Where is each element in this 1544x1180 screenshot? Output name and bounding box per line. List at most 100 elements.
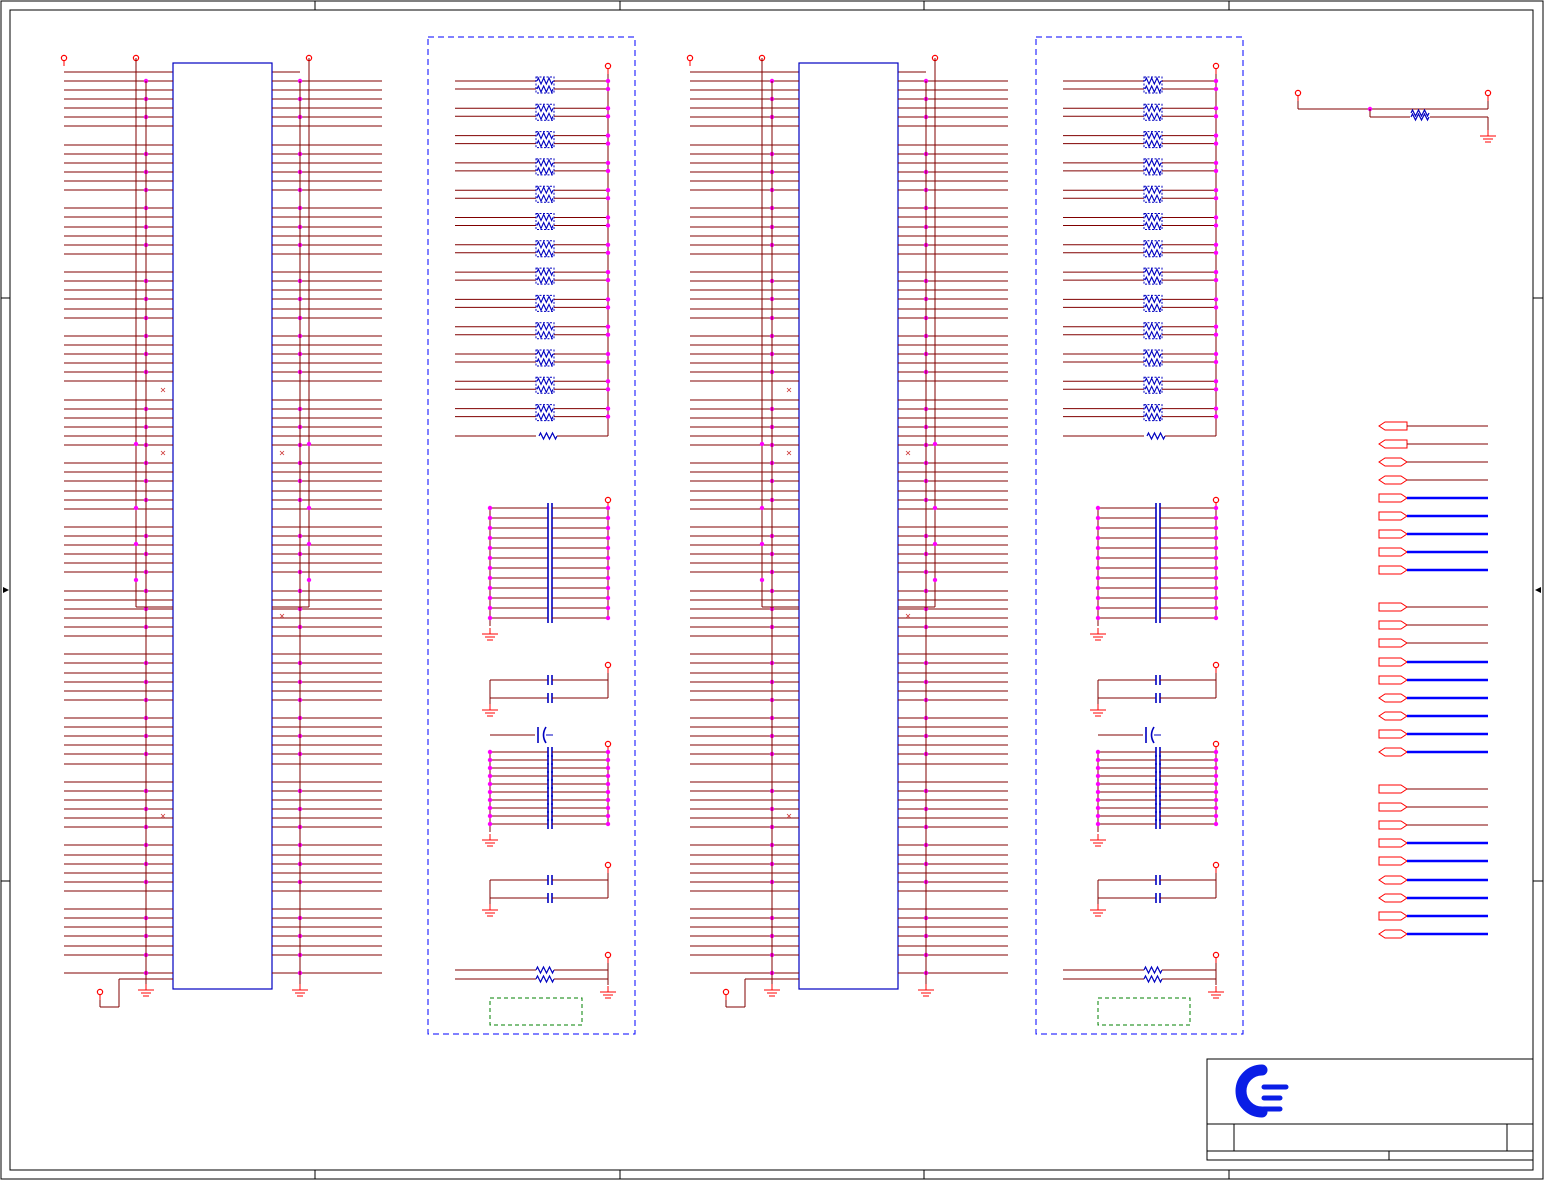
resistor-pack-icon — [535, 131, 555, 149]
junction-dot — [605, 535, 611, 541]
junction-dot — [487, 515, 493, 521]
junction-dot — [605, 797, 611, 803]
capacitor-icon — [547, 875, 553, 885]
junction-dot — [487, 545, 493, 551]
junction-dot — [1213, 242, 1219, 247]
junction-dot — [605, 188, 611, 193]
junction-dot — [1213, 414, 1219, 419]
resistor-pack-icon — [1143, 185, 1163, 203]
ground-icon — [482, 904, 498, 917]
power-flag-icon — [1212, 661, 1220, 673]
no-connect-mark — [160, 450, 166, 456]
junction-dot — [1213, 789, 1219, 795]
power-flag-icon — [96, 988, 104, 1000]
ground-icon — [918, 984, 934, 997]
junction-dot — [1213, 359, 1219, 365]
junction-dot — [1213, 324, 1219, 329]
junction-dot — [1213, 196, 1219, 201]
capacitor-icon — [1155, 563, 1161, 573]
port-icon — [1378, 602, 1488, 612]
power-flag-icon — [1294, 89, 1302, 101]
center-arrow-right — [1535, 587, 1541, 593]
junction-dot — [487, 525, 493, 531]
port-icon — [1378, 875, 1488, 885]
power-flag-icon — [60, 54, 68, 66]
power-flag-icon — [686, 54, 694, 66]
ground-icon — [1208, 986, 1224, 999]
junction-dot — [487, 615, 493, 621]
power-flag-icon — [1484, 89, 1492, 101]
network-left — [427, 36, 636, 1035]
junction-dot — [1213, 215, 1219, 220]
junction-dot — [487, 749, 493, 755]
capacitor-icon — [1155, 893, 1161, 903]
logo-icon — [1235, 1064, 1289, 1118]
junction-dot — [605, 324, 611, 329]
ground-icon — [600, 986, 616, 999]
port-icon — [1378, 856, 1488, 866]
junction-dot — [932, 441, 938, 447]
junction-dot — [1213, 387, 1219, 392]
port-icon — [1378, 529, 1488, 539]
power-flag-icon — [604, 661, 612, 673]
resistor-icon — [535, 974, 555, 984]
ground-icon — [138, 984, 154, 997]
junction-dot — [487, 797, 493, 803]
junction-dot — [605, 223, 611, 228]
junction-dot — [605, 765, 611, 771]
port-icon — [1378, 838, 1488, 848]
junction-dot — [605, 595, 611, 601]
resistor-pack-icon — [535, 376, 555, 394]
no-connect-mark — [905, 613, 911, 619]
no-connect-mark — [786, 813, 792, 819]
junction-dot — [605, 505, 611, 511]
port-icon — [1378, 638, 1488, 648]
port-icon — [1378, 493, 1488, 503]
junction-dot — [487, 757, 493, 763]
junction-dot — [605, 749, 611, 755]
power-flag-icon — [1212, 951, 1220, 963]
connector-body — [798, 62, 899, 990]
resistor-pack-icon — [535, 404, 555, 422]
resistor-pack-icon — [535, 158, 555, 176]
resistor-pack-icon — [535, 76, 555, 94]
junction-dot — [1213, 615, 1219, 621]
capacitor-icon — [547, 583, 553, 593]
power-flag-icon — [722, 988, 730, 1000]
junction-dot — [1213, 141, 1219, 146]
junction-dot — [1095, 805, 1101, 811]
junction-dot — [605, 269, 611, 275]
resistor-pack-icon — [1143, 158, 1163, 176]
junction-dot — [1213, 515, 1219, 521]
resistor-pack-icon — [535, 213, 555, 230]
capacitor-icon — [547, 693, 553, 703]
capacitor-icon — [1155, 613, 1161, 623]
power-flag-icon — [604, 62, 612, 74]
junction-dot — [605, 305, 611, 310]
junction-dot — [605, 141, 611, 146]
junction-dot — [1095, 525, 1101, 531]
no-connect-mark — [786, 387, 792, 393]
junction-dot — [605, 773, 611, 779]
junction-dot — [1213, 406, 1219, 411]
note-box — [1097, 997, 1191, 1026]
junction-dot — [1213, 595, 1219, 601]
junction-dot — [605, 615, 611, 621]
junction-dot — [759, 577, 765, 583]
port-icon — [1378, 820, 1488, 830]
resistor-icon — [1143, 965, 1163, 975]
junction-dot — [1213, 106, 1219, 111]
junction-dot — [1213, 821, 1219, 827]
junction-dot — [306, 505, 312, 511]
junction-dot — [605, 585, 611, 591]
network-right — [1035, 36, 1244, 1035]
capacitor-icon — [1155, 603, 1161, 613]
junction-dot — [605, 277, 611, 283]
junction-dot — [1213, 813, 1219, 819]
resistor-pack-icon — [1143, 240, 1163, 258]
port-icon — [1378, 711, 1488, 721]
power-flag-icon — [604, 951, 612, 963]
junction-dot — [605, 813, 611, 819]
capacitor-icon — [1155, 583, 1161, 593]
junction-dot — [1213, 86, 1219, 92]
